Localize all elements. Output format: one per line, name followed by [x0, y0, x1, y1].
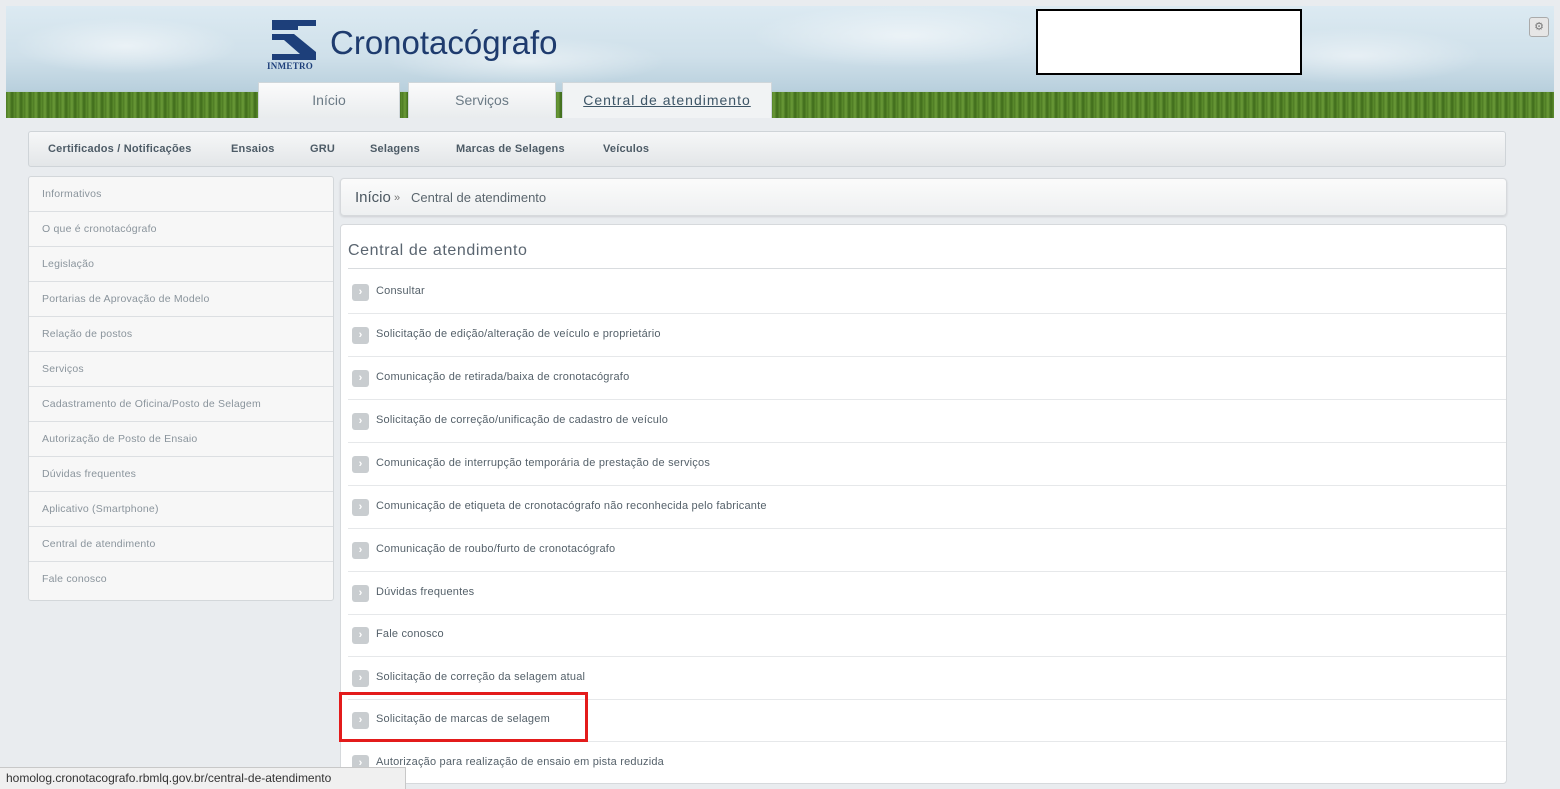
title-divider [348, 268, 1506, 269]
tab-inicio[interactable]: Início [258, 82, 400, 118]
sidebar-item-legislacao[interactable]: Legislação [29, 247, 333, 282]
list-item[interactable]: › Consultar [348, 271, 1506, 314]
sub-navigation: Certificados / Notificações Ensaios GRU … [28, 131, 1506, 167]
subnav-gru[interactable]: GRU [310, 143, 335, 155]
sidebar-item-duvidas[interactable]: Dúvidas frequentes [29, 457, 333, 492]
sidebar: Informativos O que é cronotacógrafo Legi… [28, 176, 334, 601]
chevron-right-icon: › [352, 712, 369, 729]
list-item[interactable]: › Solicitação de edição/alteração de veí… [348, 314, 1506, 357]
subnav-veiculos[interactable]: Veículos [603, 143, 649, 155]
list-item-label[interactable]: Solicitação de marcas de selagem [376, 713, 550, 725]
list-item[interactable]: › Solicitação de marcas de selagem [348, 699, 1506, 742]
sidebar-item-aplicativo[interactable]: Aplicativo (Smartphone) [29, 492, 333, 527]
chevron-right-icon: › [352, 627, 369, 644]
chevron-right-icon: › [352, 413, 369, 430]
tab-servicos[interactable]: Serviços [408, 82, 556, 118]
list-item[interactable]: › Dúvidas frequentes [348, 572, 1506, 615]
list-item-label[interactable]: Dúvidas frequentes [376, 586, 474, 598]
chevron-right-icon: › [352, 585, 369, 602]
subnav-certificados[interactable]: Certificados / Notificações [48, 143, 192, 155]
logo-text: INMETRO [267, 61, 314, 71]
list-item[interactable]: › Autorização para realização de ensaio … [348, 742, 1506, 783]
list-item-label[interactable]: Solicitação de correção/unificação de ca… [376, 414, 668, 426]
list-item[interactable]: › Fale conosco [348, 614, 1506, 657]
list-item-label[interactable]: Comunicação de interrupção temporária de… [376, 457, 710, 469]
chevron-right-icon: › [352, 370, 369, 387]
site-header [6, 6, 1554, 118]
subnav-selagens[interactable]: Selagens [370, 143, 420, 155]
list-item-label[interactable]: Solicitação de correção da selagem atual [376, 671, 585, 683]
grass-banner [6, 92, 1554, 118]
chevron-right-icon: › [352, 499, 369, 516]
breadcrumb-current: Central de atendimento [411, 190, 547, 205]
redacted-box [1036, 9, 1302, 75]
subnav-ensaios[interactable]: Ensaios [231, 143, 275, 155]
list-item[interactable]: › Solicitação de correção da selagem atu… [348, 657, 1506, 700]
chevron-right-icon: › [352, 327, 369, 344]
sidebar-item-central[interactable]: Central de atendimento [29, 527, 333, 562]
breadcrumb-separator: » [394, 192, 401, 204]
sidebar-item-servicos[interactable]: Serviços [29, 352, 333, 387]
subnav-marcas-de-selagens[interactable]: Marcas de Selagens [456, 143, 565, 155]
tab-central-de-atendimento[interactable]: Central de atendimento [562, 82, 772, 118]
sky-background [6, 6, 1554, 96]
sidebar-item-autorizacao[interactable]: Autorização de Posto de Ensaio [29, 422, 333, 457]
list-item[interactable]: › Comunicação de retirada/baixa de crono… [348, 357, 1506, 400]
breadcrumb: Início » Central de atendimento [340, 178, 1507, 216]
list-item[interactable]: › Comunicação de interrupção temporária … [348, 443, 1506, 486]
status-bar-url: homolog.cronotacografo.rbmlq.gov.br/cent… [0, 767, 406, 789]
sidebar-item-cadastramento[interactable]: Cadastramento de Oficina/Posto de Selage… [29, 387, 333, 422]
list-item-label[interactable]: Autorização para realização de ensaio em… [376, 756, 664, 768]
site-title[interactable]: Cronotacógrafo [330, 24, 557, 62]
list-item[interactable]: › Comunicação de roubo/furto de cronotac… [348, 529, 1506, 572]
page-title: Central de atendimento [348, 242, 528, 259]
gear-icon[interactable]: ⚙ [1529, 17, 1549, 37]
list-item-label[interactable]: Comunicação de retirada/baixa de cronota… [376, 371, 629, 383]
list-item-label[interactable]: Comunicação de etiqueta de cronotacógraf… [376, 500, 767, 512]
sidebar-item-o-que-e[interactable]: O que é cronotacógrafo [29, 212, 333, 247]
list-item-label[interactable]: Comunicação de roubo/furto de cronotacóg… [376, 543, 615, 555]
sidebar-item-relacao-de-postos[interactable]: Relação de postos [29, 317, 333, 352]
sidebar-item-informativos[interactable]: Informativos [29, 177, 333, 212]
sidebar-item-portarias[interactable]: Portarias de Aprovação de Modelo [29, 282, 333, 317]
list-item[interactable]: › Comunicação de etiqueta de cronotacógr… [348, 486, 1506, 529]
chevron-right-icon: › [352, 284, 369, 301]
list-item-label[interactable]: Consultar [376, 285, 425, 297]
sidebar-item-fale-conosco[interactable]: Fale conosco [29, 562, 333, 597]
chevron-right-icon: › [352, 456, 369, 473]
main-panel: Central de atendimento › Consultar › Sol… [340, 224, 1507, 784]
chevron-right-icon: › [352, 670, 369, 687]
list-item[interactable]: › Solicitação de correção/unificação de … [348, 400, 1506, 443]
chevron-right-icon: › [352, 542, 369, 559]
list-item-label[interactable]: Fale conosco [376, 628, 444, 640]
list-item-label[interactable]: Solicitação de edição/alteração de veícu… [376, 328, 661, 340]
breadcrumb-home[interactable]: Início [355, 189, 391, 206]
